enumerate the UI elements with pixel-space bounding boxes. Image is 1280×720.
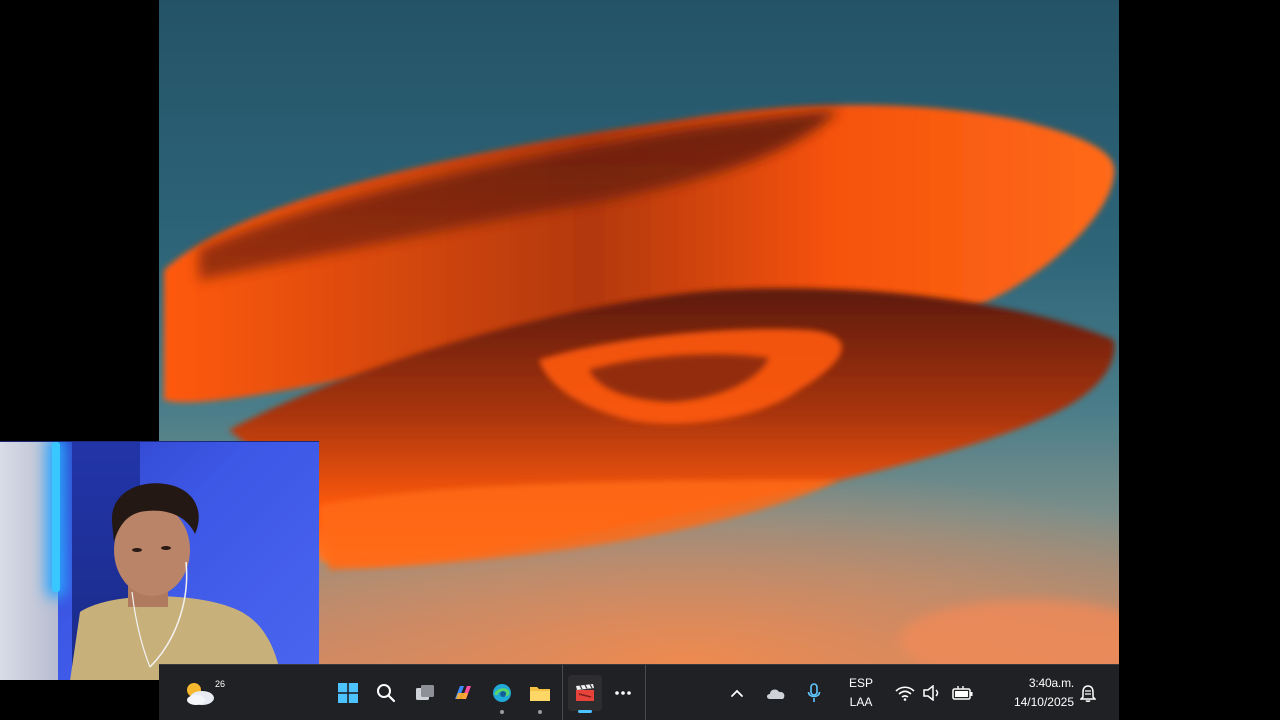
running-indicator: [538, 710, 542, 714]
clapperboard-icon: [576, 684, 594, 701]
running-indicator: [500, 710, 504, 714]
copilot-icon: [455, 686, 471, 699]
weather-widget[interactable]: 26: [177, 675, 225, 711]
streamer-figure: [70, 483, 282, 680]
volume-button[interactable]: [921, 675, 943, 711]
more-icon: [615, 691, 631, 695]
clock-button[interactable]: 3:40a.m. 14/10/2025: [990, 674, 1074, 712]
notifications-button[interactable]: [1077, 675, 1099, 711]
folder-icon: [530, 687, 550, 701]
microphone-button[interactable]: [802, 675, 826, 711]
task-view-icon: [416, 685, 434, 700]
task-view-button[interactable]: [408, 675, 442, 711]
file-explorer-button[interactable]: [523, 675, 557, 714]
media-app-button[interactable]: [568, 675, 602, 713]
microphone-icon: [807, 683, 821, 702]
search-button[interactable]: [369, 675, 403, 711]
clock-time: 3:40a.m.: [1028, 676, 1074, 690]
input-language-indicator[interactable]: ESP LAA: [846, 674, 876, 712]
active-app-indicator: [578, 710, 592, 713]
weather-temperature: 26: [215, 679, 226, 689]
windows-start-icon: [338, 683, 358, 703]
taskbar-separator: [645, 665, 646, 720]
battery-button[interactable]: [950, 675, 976, 711]
taskbar-separator: [562, 665, 563, 720]
speaker-icon: [923, 685, 939, 701]
language-code: ESP: [848, 676, 873, 690]
edge-browser-icon: [493, 684, 511, 702]
network-button[interactable]: [893, 675, 917, 711]
chevron-up-icon: [731, 689, 743, 697]
show-hidden-icons-button[interactable]: [725, 675, 749, 711]
start-button[interactable]: [331, 675, 365, 711]
edge-button[interactable]: [485, 675, 519, 714]
keyboard-layout-code: LAA: [849, 695, 873, 709]
taskbar: 26 ESP LAA 3:40a.m. 14/10/2025: [159, 664, 1119, 720]
copilot-button[interactable]: [446, 675, 480, 711]
search-icon: [377, 684, 396, 703]
battery-icon: [952, 686, 973, 700]
weather-partly-cloudy-icon: [187, 683, 214, 705]
wifi-icon: [895, 686, 915, 701]
webcam-overlay: [0, 441, 319, 680]
cloud-icon: [767, 689, 785, 699]
clock-date: 14/10/2025: [1013, 695, 1074, 709]
taskbar-overflow-button[interactable]: [606, 675, 640, 711]
notification-bell-icon: [1080, 685, 1096, 702]
onedrive-button[interactable]: [762, 675, 790, 711]
